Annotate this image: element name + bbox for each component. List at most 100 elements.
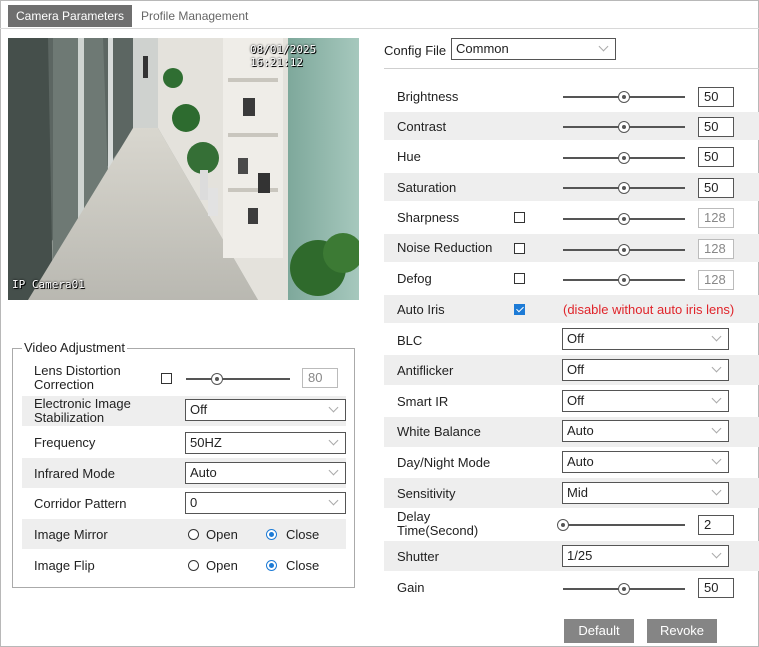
lens-distortion-slider[interactable] <box>186 373 290 385</box>
saturation-slider[interactable] <box>563 182 685 194</box>
delay-time-slider[interactable] <box>557 519 685 531</box>
noise-reduction-value[interactable]: 128 <box>698 239 734 259</box>
shutter-label: Shutter <box>397 549 439 564</box>
video-adjustment-title: Video Adjustment <box>22 340 127 355</box>
slider-thumb[interactable] <box>618 182 630 194</box>
slider-thumb[interactable] <box>618 274 630 286</box>
video-timestamp: 08/01/2025 16:21:12 <box>250 43 317 69</box>
image-flip-label: Image Flip <box>34 558 95 573</box>
infrared-mode-label: Infrared Mode <box>34 466 115 481</box>
shutter-select[interactable]: 1/25 <box>562 545 729 567</box>
saturation-value[interactable]: 50 <box>698 178 734 198</box>
gain-label: Gain <box>397 580 425 595</box>
frequency-label: Frequency <box>34 435 96 450</box>
sharpness-value[interactable]: 128 <box>698 208 734 228</box>
brightness-value[interactable]: 50 <box>698 87 734 107</box>
chevron-down-icon <box>711 423 722 434</box>
contrast-label: Contrast <box>397 119 447 134</box>
hue-label: Hue <box>397 149 421 164</box>
auto-iris-label: Auto Iris <box>397 302 445 317</box>
antiflicker-select[interactable]: Off <box>562 359 729 381</box>
video-preview: 08/01/2025 16:21:12 IP Camera01 <box>8 38 359 300</box>
hue-value[interactable]: 50 <box>698 147 734 167</box>
lens-distortion-checkbox[interactable] <box>161 373 172 384</box>
slider-thumb[interactable] <box>618 152 630 164</box>
video-camera-name: IP Camera01 <box>12 278 85 291</box>
smart-ir-label: Smart IR <box>397 394 449 409</box>
tab-profile-management[interactable]: Profile Management <box>133 5 256 27</box>
white-balance-select[interactable]: Auto <box>562 420 729 442</box>
slider-thumb[interactable] <box>557 519 569 531</box>
defog-label: Defog <box>397 271 432 286</box>
revoke-button[interactable]: Revoke <box>647 619 717 643</box>
tab-camera-parameters[interactable]: Camera Parameters <box>8 5 133 27</box>
delay-time-label: Delay Time(Second) <box>397 509 479 538</box>
infrared-mode-select[interactable]: Auto <box>185 462 346 484</box>
white-balance-label: White Balance <box>397 424 481 439</box>
saturation-label: Saturation <box>397 180 457 195</box>
default-button[interactable]: Default <box>564 619 634 643</box>
chevron-down-icon <box>328 465 339 476</box>
image-flip-open-radio[interactable] <box>188 560 199 571</box>
chevron-down-icon <box>711 454 722 465</box>
smart-ir-select[interactable]: Off <box>562 390 729 412</box>
chevron-down-icon <box>711 362 722 373</box>
chevron-down-icon <box>328 495 339 506</box>
slider-thumb[interactable] <box>211 373 224 385</box>
delay-time-value[interactable]: 2 <box>698 515 734 535</box>
brightness-slider[interactable] <box>563 91 685 103</box>
noise-reduction-label: Noise Reduction <box>397 240 493 255</box>
defog-checkbox[interactable] <box>514 273 525 284</box>
image-flip-open-label: Open <box>206 558 238 573</box>
corridor-pattern-select[interactable]: 0 <box>185 492 346 514</box>
chevron-down-icon <box>711 331 722 342</box>
image-mirror-open-radio[interactable] <box>188 529 199 540</box>
sensitivity-select[interactable]: Mid <box>562 482 729 504</box>
slider-thumb[interactable] <box>618 244 630 256</box>
config-file-select[interactable]: Common <box>451 38 616 60</box>
chevron-down-icon <box>711 393 722 404</box>
chevron-down-icon <box>328 402 339 413</box>
frequency-select[interactable]: 50HZ <box>185 432 346 454</box>
corridor-scene <box>8 38 359 300</box>
image-mirror-close-label: Close <box>286 527 320 542</box>
image-mirror-label: Image Mirror <box>34 527 108 542</box>
noise-reduction-checkbox[interactable] <box>514 243 525 254</box>
sharpness-checkbox[interactable] <box>514 212 525 223</box>
chevron-down-icon <box>328 435 339 446</box>
image-mirror-close-radio[interactable] <box>266 529 277 540</box>
lens-distortion-label: Lens Distortion Correction <box>34 363 121 392</box>
gain-value[interactable]: 50 <box>698 578 734 598</box>
slider-track[interactable] <box>186 378 290 380</box>
defog-slider[interactable] <box>563 274 685 286</box>
slider-track[interactable] <box>563 524 685 526</box>
config-divider <box>384 68 759 69</box>
day-night-mode-select[interactable]: Auto <box>562 451 729 473</box>
eis-select[interactable]: Off <box>185 399 346 421</box>
slider-thumb[interactable] <box>618 583 630 595</box>
brightness-label: Brightness <box>397 89 459 104</box>
auto-iris-note: (disable without auto iris lens) <box>563 302 735 317</box>
auto-iris-checkbox[interactable] <box>514 304 525 315</box>
defog-value[interactable]: 128 <box>698 270 734 290</box>
image-flip-close-radio[interactable] <box>266 560 277 571</box>
gain-slider[interactable] <box>563 583 685 595</box>
chevron-down-icon <box>711 485 722 496</box>
slider-thumb[interactable] <box>618 121 630 133</box>
image-flip-close-label: Close <box>286 558 320 573</box>
contrast-slider[interactable] <box>563 121 685 133</box>
hue-slider[interactable] <box>563 152 685 164</box>
sharpness-slider[interactable] <box>563 213 685 225</box>
slider-thumb[interactable] <box>618 91 630 103</box>
day-night-mode-label: Day/Night Mode <box>397 455 491 470</box>
chevron-down-icon <box>598 41 609 52</box>
chevron-down-icon <box>711 548 722 559</box>
corridor-pattern-label: Corridor Pattern <box>34 496 127 511</box>
antiflicker-label: Antiflicker <box>397 363 454 378</box>
contrast-value[interactable]: 50 <box>698 117 734 137</box>
noise-reduction-slider[interactable] <box>563 244 685 256</box>
blc-select[interactable]: Off <box>562 328 729 350</box>
lens-distortion-value[interactable]: 80 <box>302 368 338 388</box>
slider-thumb[interactable] <box>618 213 630 225</box>
config-file-label: Config File <box>384 43 447 58</box>
